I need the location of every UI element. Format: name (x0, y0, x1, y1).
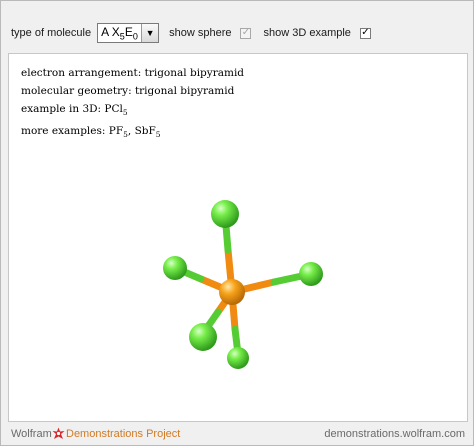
spikey-logo-icon (52, 427, 65, 439)
demonstration-window: type of molecule A X5E0 ▼ show sphere ✓ … (0, 0, 474, 446)
molecule-type-select[interactable]: A X5E0 ▼ (97, 23, 160, 43)
ligand-atom-right (299, 262, 323, 286)
show-sphere-checkbox[interactable]: ✓ (240, 27, 252, 39)
show-sphere-label: show sphere (169, 27, 232, 39)
ligand-atom-lower-left (189, 323, 217, 351)
show-3d-label: show 3D example (263, 27, 351, 39)
show-3d-checkbox[interactable]: ✓ (359, 27, 371, 39)
demonstrations-project-link[interactable]: Demonstrations Project (66, 428, 180, 440)
molecule-type-value: A X5E0 (101, 24, 138, 42)
central-atom (219, 279, 245, 305)
ligand-atom-bottom (227, 347, 249, 369)
molecule-type-label: type of molecule (11, 27, 92, 39)
controls-bar: type of molecule A X5E0 ▼ show sphere ✓ … (11, 23, 383, 43)
ligand-atom-left (163, 256, 187, 280)
ligand-atom-top (211, 200, 239, 228)
footer: Wolfram Demonstrations Project demonstra… (1, 425, 473, 445)
molecule-3d-view[interactable] (9, 54, 467, 421)
output-panel: electron arrangement: trigonal bipyramid… (8, 53, 468, 422)
wolfram-brand-link[interactable]: Wolfram (11, 428, 52, 440)
dropdown-arrow-icon[interactable]: ▼ (141, 24, 159, 42)
site-url-link[interactable]: demonstrations.wolfram.com (324, 428, 465, 440)
